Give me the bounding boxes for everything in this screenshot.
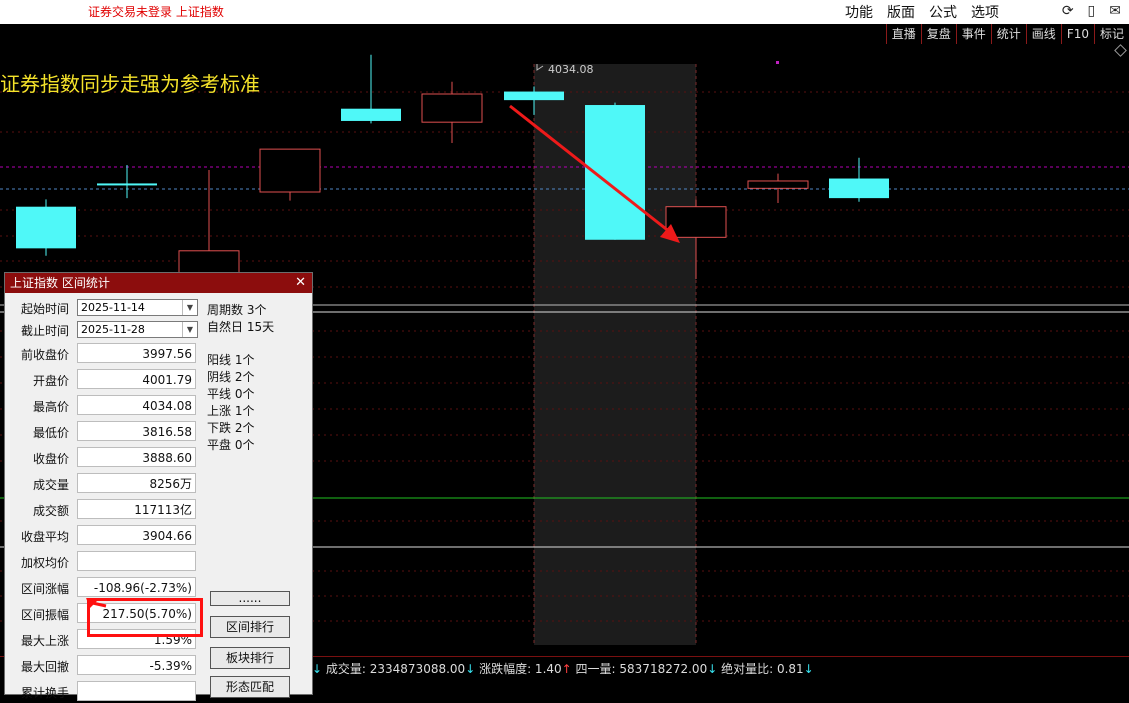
end-date-picker[interactable]: 2025-11-28 ▼ [77,321,198,338]
stat-yang: 阳线 1个 [207,353,255,367]
ratio-readout: 绝对量比: 0.81 [721,662,804,676]
sector-rank-button[interactable]: 板块排行 [210,647,290,669]
top-menu: 功能 版面 公式 选项 [845,2,999,22]
stats-row: 最大回撤 -5.39% [5,655,205,677]
stats-label: 前收盘价 [20,348,69,362]
chevron-down-icon[interactable]: ▼ [182,300,197,315]
stats-label: 最大回撤 [20,660,69,674]
quarter-readout: 四一量: 583718272.00 [575,662,708,676]
stat-yin: 阴线 2个 [207,370,255,384]
stats-value[interactable]: 4034.08 [77,395,196,415]
candle-body [747,180,809,189]
mail-icon[interactable]: ✉ [1109,3,1121,19]
close-icon[interactable]: ✕ [295,273,306,293]
menu-options[interactable]: 选项 [971,2,999,22]
stats-value[interactable]: 8256万 [77,473,196,493]
menu-function[interactable]: 功能 [845,2,873,22]
start-date-picker[interactable]: 2025-11-14 ▼ [77,299,198,316]
dialog-title: 上证指数 区间统计 [10,276,110,290]
stats-row: 收盘价 3888.60 [5,447,205,469]
stats-value[interactable]: 4001.79 [77,369,196,389]
chart-toolbar: 直播 复盘 事件 统计 画线 F10 标记 [885,24,1129,44]
status-line: ↓ 成交量: 2334873088.00↓ 涨跌幅度: 1.40↑ 四一量: 5… [312,662,814,676]
stats-row: 开盘价 4001.79 [5,369,205,391]
tab-replay[interactable]: 复盘 [920,24,956,44]
stat-down: 下跌 2个 [207,421,255,435]
natural-days: 自然日 15天 [207,320,275,334]
stats-value[interactable] [77,681,196,701]
stats-value[interactable]: -5.39% [77,655,196,675]
tab-draw[interactable]: 画线 [1025,24,1061,44]
change-readout: 涨跌幅度: 1.40 [479,662,562,676]
stats-row: 累计换手 [5,681,205,703]
stats-value[interactable]: 3997.56 [77,343,196,363]
marker-dot [776,61,779,64]
stats-value[interactable]: 117113亿 [77,499,196,519]
stats-label: 成交量 [32,478,69,492]
stats-label: 开盘价 [32,374,69,388]
chart-banner: 证券指数同步走强为参考标准 [0,72,260,96]
dialog-title-bar[interactable]: 上证指数 区间统计 ✕ [5,273,312,293]
stat-unchanged: 平盘 0个 [207,438,255,452]
stats-row: 收盘平均 3904.66 [5,525,205,547]
stats-label: 加权均价 [20,556,69,570]
highlight-arrow [86,598,107,608]
stats-label: 最大上涨 [20,634,69,648]
stats-label: 最低价 [32,426,69,440]
stats-value[interactable]: 3816.58 [77,421,196,441]
refresh-icon[interactable]: ⟳ [1062,3,1074,19]
end-date-row: 截止时间 2025-11-28 ▼ [5,319,205,341]
pattern-match-button[interactable]: 形态匹配 [210,676,290,698]
stats-row: 前收盘价 3997.56 [5,343,205,365]
stats-row: 最低价 3816.58 [5,421,205,443]
more-button[interactable]: ...... [210,591,290,606]
stats-label: 最高价 [32,400,69,414]
tab-stats[interactable]: 统计 [990,24,1026,44]
menu-layout[interactable]: 版面 [887,2,915,22]
candle-body [259,148,321,193]
start-date-label: 起始时间 [20,302,69,316]
period-count: 周期数 3个 [207,303,267,317]
candle-body [829,178,889,199]
candle-body [504,91,564,101]
stats-label: 区间振幅 [20,608,69,622]
title-bar: 证券交易未登录 上证指数 功能 版面 公式 选项 ⟳ ▯ ✉ [0,0,1129,24]
tab-events[interactable]: 事件 [955,24,991,44]
stats-label: 区间涨幅 [20,582,69,596]
high-price-label: 4034.08 [548,63,594,76]
stats-value[interactable]: 3904.66 [77,525,196,545]
stat-flat: 平线 0个 [207,387,255,401]
chevron-down-icon[interactable]: ▼ [182,322,197,337]
stats-label: 收盘平均 [20,530,69,544]
stats-label: 收盘价 [32,452,69,466]
candle-body [421,93,483,123]
stat-up: 上涨 1个 [207,404,255,418]
stats-row: 成交量 8256万 [5,473,205,495]
tab-live[interactable]: 直播 [885,24,921,44]
menu-formula[interactable]: 公式 [929,2,957,22]
phone-icon[interactable]: ▯ [1088,3,1096,19]
stats-value[interactable] [77,551,196,571]
start-date-value: 2025-11-14 [81,301,145,314]
volume-readout: 成交量: 2334873088.00 [325,662,466,676]
stats-row: 成交额 117113亿 [5,499,205,521]
stats-value[interactable]: 3888.60 [77,447,196,467]
top-icons: ⟳ ▯ ✉ [1062,3,1121,19]
stats-label: 成交额 [32,504,69,518]
login-status: 证券交易未登录 上证指数 [88,5,224,19]
tab-mark[interactable]: 标记 [1093,24,1129,44]
candle-body [341,108,401,121]
stats-row: 加权均价 [5,551,205,573]
candle-body [97,183,157,186]
candle-body [16,206,76,249]
tab-f10[interactable]: F10 [1060,24,1094,44]
start-date-row: 起始时间 2025-11-14 ▼ [5,297,205,319]
range-rank-button[interactable]: 区间排行 [210,616,290,638]
end-date-value: 2025-11-28 [81,323,145,336]
end-date-label: 截止时间 [20,324,69,338]
stats-row: 最高价 4034.08 [5,395,205,417]
